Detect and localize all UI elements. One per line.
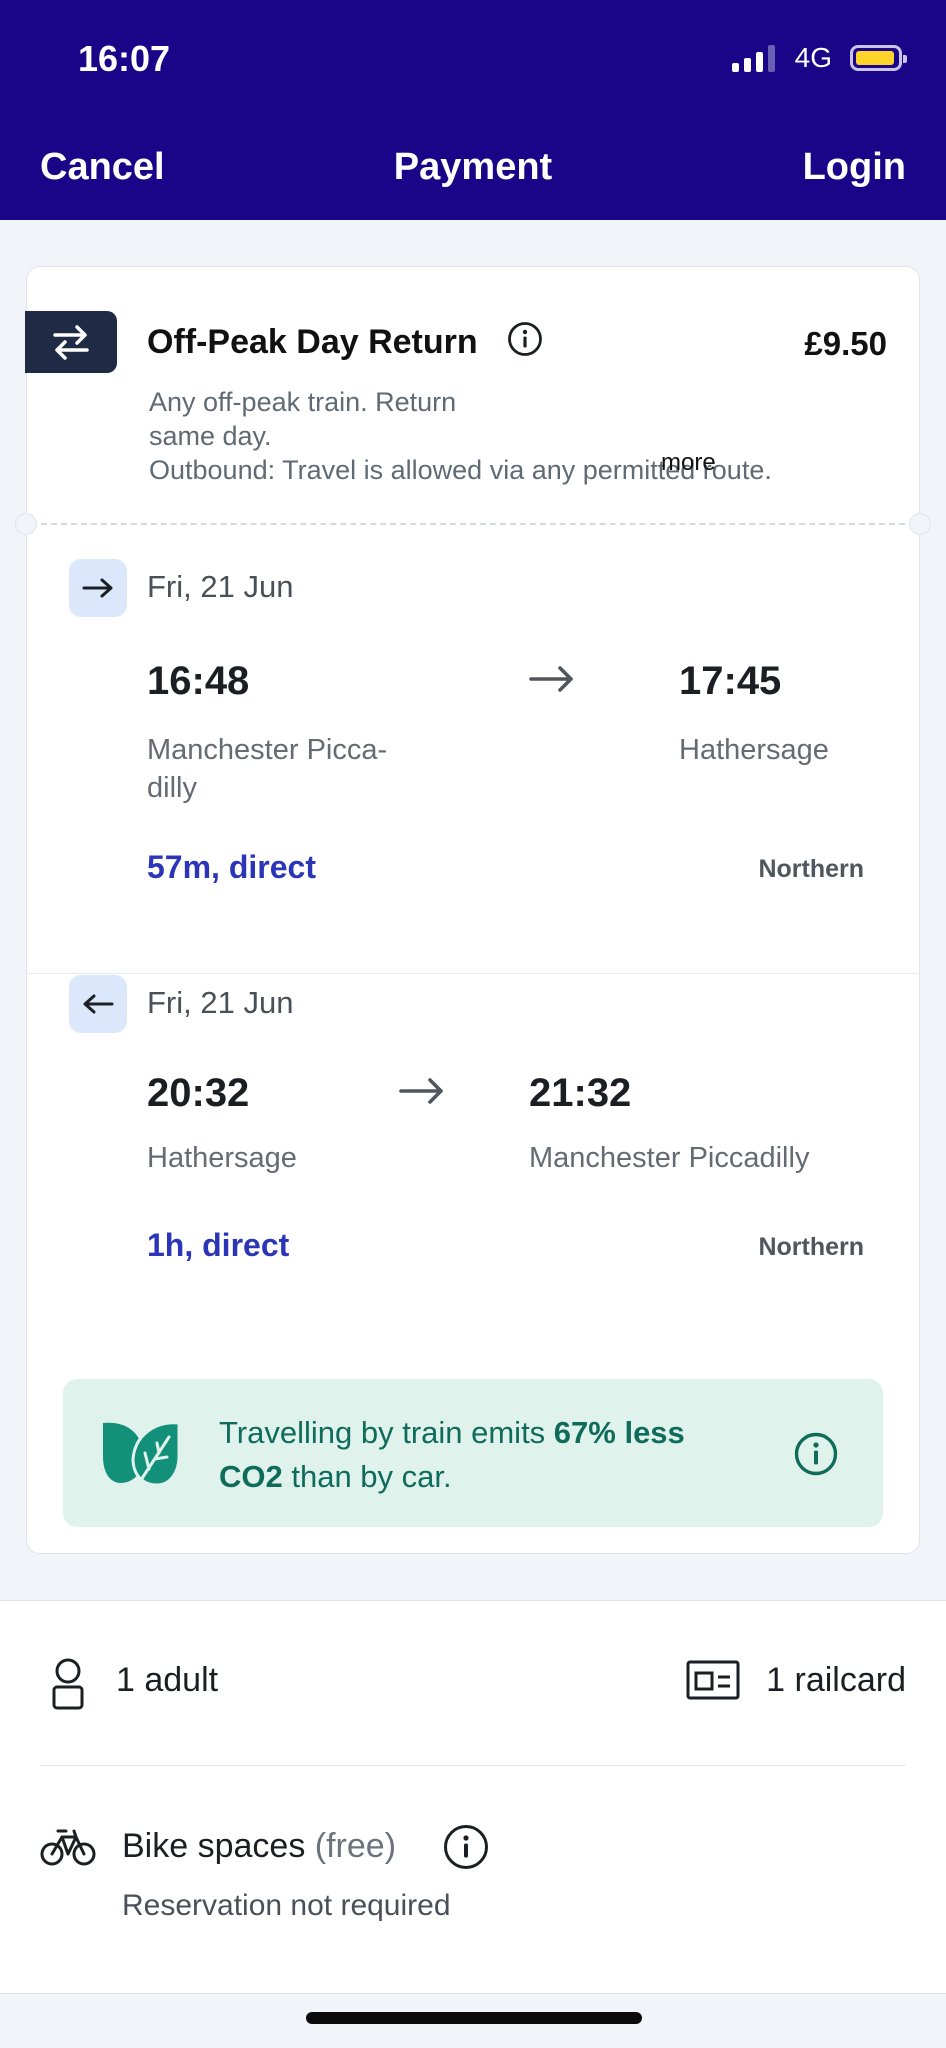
network-type: 4G: [794, 42, 832, 73]
cancel-button[interactable]: Cancel: [40, 146, 165, 189]
outbound-operator: Northern: [758, 855, 864, 883]
home-indicator[interactable]: [306, 2012, 642, 2024]
outbound-duration-link[interactable]: 57m, direct: [147, 849, 316, 886]
arrow-right-icon: [399, 1078, 443, 1104]
app-header: 16:07 4G Cancel Payment Login: [0, 0, 946, 220]
status-time: 16:07: [78, 38, 171, 79]
return-direction-badge: [69, 975, 127, 1033]
outbound-arrive-station: Hathersage: [679, 734, 829, 766]
outbound-date: Fri, 21 Jun: [147, 569, 294, 604]
adult-count[interactable]: 1 adult: [116, 1661, 218, 1700]
arrow-right-icon: [82, 578, 113, 598]
arrow-right-icon: [529, 666, 573, 692]
ticket-type-title: Off-Peak Day Return: [147, 323, 478, 361]
ticket-notch-right: [909, 513, 931, 535]
bike-spaces-label: Bike spaces (free): [122, 1827, 397, 1865]
panel-divider: [40, 1765, 906, 1766]
ticket-description: Any off-peak train. Return same day.: [149, 387, 457, 451]
leaf-icon: [103, 1421, 181, 1487]
ticket-divider: [41, 523, 905, 525]
return-depart-time: 20:32: [147, 1071, 250, 1115]
return-duration-link[interactable]: 1h, direct: [147, 1227, 289, 1264]
return-date: Fri, 21 Jun: [147, 985, 294, 1020]
arrow-left-icon: [83, 994, 114, 1014]
bike-info-icon[interactable]: [442, 1823, 490, 1871]
return-arrive-time: 21:32: [529, 1071, 632, 1115]
railcard-count[interactable]: 1 railcard: [766, 1661, 906, 1700]
battery-icon: [850, 45, 907, 71]
return-ticket-icon: [25, 311, 117, 373]
person-icon: [52, 1658, 84, 1710]
outbound-arrive-time: 17:45: [679, 659, 782, 703]
return-operator: Northern: [758, 1233, 864, 1261]
return-leg[interactable]: Fri, 21 Jun 20:32 21:32 Hathersage Manch…: [27, 975, 918, 1335]
ticket-notch-left: [15, 513, 37, 535]
outbound-depart-station: Manchester Picca- dilly: [147, 734, 388, 804]
return-depart-station: Hathersage: [147, 1142, 297, 1174]
journey-card: Off-Peak Day Return £9.50 Any off-peak t…: [15, 266, 931, 1554]
more-link[interactable]: more: [661, 449, 716, 477]
ticket-info-icon[interactable]: [507, 321, 543, 357]
bicycle-icon: [40, 1829, 96, 1866]
outbound-direction-badge: [69, 559, 127, 617]
return-arrive-station: Manchester Piccadilly: [529, 1142, 810, 1174]
co2-info-icon[interactable]: [793, 1431, 839, 1477]
login-button[interactable]: Login: [803, 146, 906, 189]
railcard-icon: [686, 1660, 740, 1700]
co2-banner: Travelling by train emits 67% less CO2 th…: [63, 1379, 883, 1527]
outbound-depart-time: 16:48: [147, 659, 250, 703]
status-indicators: 4G: [731, 42, 907, 74]
co2-message: Travelling by train emits 67% less CO2 th…: [219, 1415, 685, 1494]
outbound-leg[interactable]: Fri, 21 Jun 16:48 17:45 Manchester Picca…: [27, 559, 918, 974]
swap-arrows-icon: [53, 325, 89, 360]
ticket-price: £9.50: [804, 325, 887, 362]
signal-strength-icon: [731, 44, 775, 72]
bike-reservation-note: Reservation not required: [122, 1889, 451, 1922]
passengers-panel: 1 adult 1 railcard Bike spaces (free) Re…: [0, 1600, 946, 1994]
